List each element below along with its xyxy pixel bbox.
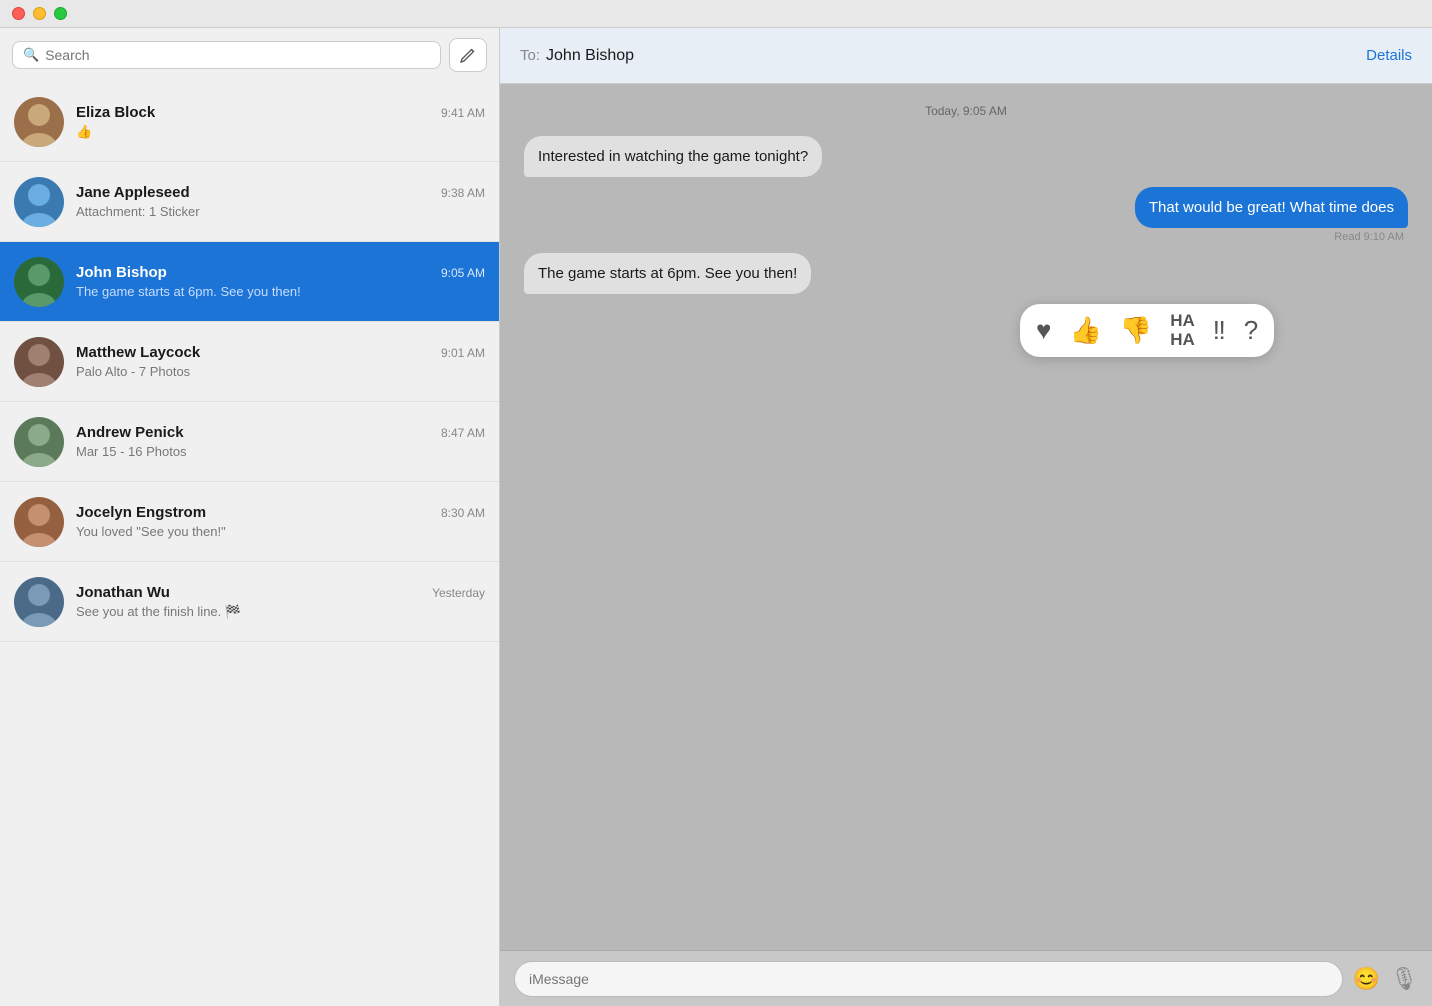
conversation-preview: Palo Alto - 7 Photos — [76, 364, 485, 379]
sidebar: 🔍 Eliza Block 9:41 AM 👍 Jane Appleseed 9:38 … — [0, 28, 500, 1006]
thumbsdown-tapback[interactable]: 👎 — [1120, 315, 1152, 346]
close-button[interactable] — [12, 7, 25, 20]
mic-icon: 🎙 — [1390, 966, 1418, 991]
conversation-time: 9:05 AM — [441, 266, 485, 280]
conversation-item[interactable]: John Bishop 9:05 AM The game starts at 6pm… — [0, 242, 499, 322]
tapback-panel: ♥ 👍 👎 HA HA ‼? — [1020, 304, 1274, 357]
conversation-time: 9:38 AM — [441, 186, 485, 200]
conversation-info: Jocelyn Engstrom 8:30 AM You loved "See yo… — [76, 504, 485, 539]
conversation-name: Jocelyn Engstrom — [76, 504, 206, 521]
conversation-info: Jane Appleseed 9:38 AM Attachment: 1 Stick… — [76, 184, 485, 219]
avatar — [14, 577, 64, 627]
conversation-preview: 👍 — [76, 124, 485, 140]
maximize-button[interactable] — [54, 7, 67, 20]
conversation-time: 8:30 AM — [441, 506, 485, 520]
conversation-name: Eliza Block — [76, 104, 155, 121]
message-status: Read 9:10 AM — [1334, 231, 1404, 243]
question-tapback[interactable]: ? — [1244, 315, 1258, 346]
conversation-item[interactable]: Jane Appleseed 9:38 AM Attachment: 1 Stick… — [0, 162, 499, 242]
thumbsup-tapback[interactable]: 👍 — [1069, 315, 1101, 346]
conversation-info: John Bishop 9:05 AM The game starts at 6pm… — [76, 264, 485, 299]
date-divider: Today, 9:05 AM — [524, 104, 1408, 118]
exclaim-tapback[interactable]: ‼ — [1213, 315, 1226, 346]
conversation-item[interactable]: Jonathan Wu Yesterday See you at the finis… — [0, 562, 499, 642]
message-row: Interested in watching the game tonight? — [524, 136, 1408, 177]
chat-to-line: To: John Bishop — [520, 47, 634, 65]
conversation-preview: Attachment: 1 Sticker — [76, 204, 485, 219]
message-bubble[interactable]: The game starts at 6pm. See you then! — [524, 253, 811, 294]
avatar — [14, 97, 64, 147]
search-bar[interactable]: 🔍 — [12, 41, 441, 69]
message-bubble[interactable]: That would be great! What time does — [1135, 187, 1408, 228]
conversation-name: Jane Appleseed — [76, 184, 190, 201]
haha-tapback[interactable]: HA HA — [1170, 312, 1195, 349]
heart-tapback[interactable]: ♥ — [1036, 315, 1051, 346]
main-content: 🔍 Eliza Block 9:41 AM 👍 Jane Appleseed 9:38 … — [0, 28, 1432, 1006]
conversation-name: Matthew Laycock — [76, 344, 200, 361]
conversation-time: Yesterday — [432, 586, 485, 600]
message-row: The game starts at 6pm. See you then! — [524, 253, 1408, 294]
avatar — [14, 337, 64, 387]
details-button[interactable]: Details — [1366, 47, 1412, 64]
message-input-area: 😊 🎙 — [500, 950, 1432, 1006]
conversation-preview: Mar 15 - 16 Photos — [76, 444, 485, 459]
conversation-name: Andrew Penick — [76, 424, 184, 441]
conversation-preview: You loved "See you then!" — [76, 524, 485, 539]
conversation-time: 9:41 AM — [441, 106, 485, 120]
minimize-button[interactable] — [33, 7, 46, 20]
chat-recipient-name: John Bishop — [546, 47, 634, 65]
conversation-preview: See you at the finish line. 🏁 — [76, 604, 485, 620]
chat-header: To: John Bishop Details — [500, 28, 1432, 84]
chat-area: To: John Bishop Details Today, 9:05 AM I… — [500, 28, 1432, 1006]
conversation-time: 9:01 AM — [441, 346, 485, 360]
conversation-info: Matthew Laycock 9:01 AM Palo Alto - 7 Phot… — [76, 344, 485, 379]
conversation-preview: The game starts at 6pm. See you then! — [76, 284, 485, 299]
conversation-item[interactable]: Eliza Block 9:41 AM 👍 — [0, 82, 499, 162]
conversation-item[interactable]: Jocelyn Engstrom 8:30 AM You loved "See yo… — [0, 482, 499, 562]
avatar — [14, 417, 64, 467]
conversation-list: Eliza Block 9:41 AM 👍 Jane Appleseed 9:38 AM… — [0, 82, 499, 1006]
conversation-item[interactable]: Andrew Penick 8:47 AM Mar 15 - 16 Photos — [0, 402, 499, 482]
conversation-name: John Bishop — [76, 264, 167, 281]
message-input[interactable] — [514, 961, 1343, 997]
sidebar-header: 🔍 — [0, 28, 499, 82]
conversation-info: Jonathan Wu Yesterday See you at the finis… — [76, 584, 485, 620]
conversation-info: Andrew Penick 8:47 AM Mar 15 - 16 Photos — [76, 424, 485, 459]
chat-to-label: To: — [520, 47, 540, 64]
title-bar — [0, 0, 1432, 28]
compose-button[interactable] — [449, 38, 487, 72]
message-row: That would be great! What time does Read … — [524, 187, 1408, 243]
conversation-name: Jonathan Wu — [76, 584, 170, 601]
conversation-time: 8:47 AM — [441, 426, 485, 440]
avatar — [14, 257, 64, 307]
search-icon: 🔍 — [23, 47, 39, 63]
search-input[interactable] — [45, 47, 430, 63]
messages-area: Today, 9:05 AM Interested in watching th… — [500, 84, 1432, 950]
mic-button[interactable]: 🎙 — [1390, 966, 1418, 992]
conversation-item[interactable]: Matthew Laycock 9:01 AM Palo Alto - 7 Phot… — [0, 322, 499, 402]
avatar — [14, 497, 64, 547]
message-bubble[interactable]: Interested in watching the game tonight? — [524, 136, 822, 177]
emoji-button[interactable]: 😊 — [1353, 966, 1380, 992]
avatar — [14, 177, 64, 227]
conversation-info: Eliza Block 9:41 AM 👍 — [76, 104, 485, 140]
emoji-icon: 😊 — [1353, 966, 1380, 991]
